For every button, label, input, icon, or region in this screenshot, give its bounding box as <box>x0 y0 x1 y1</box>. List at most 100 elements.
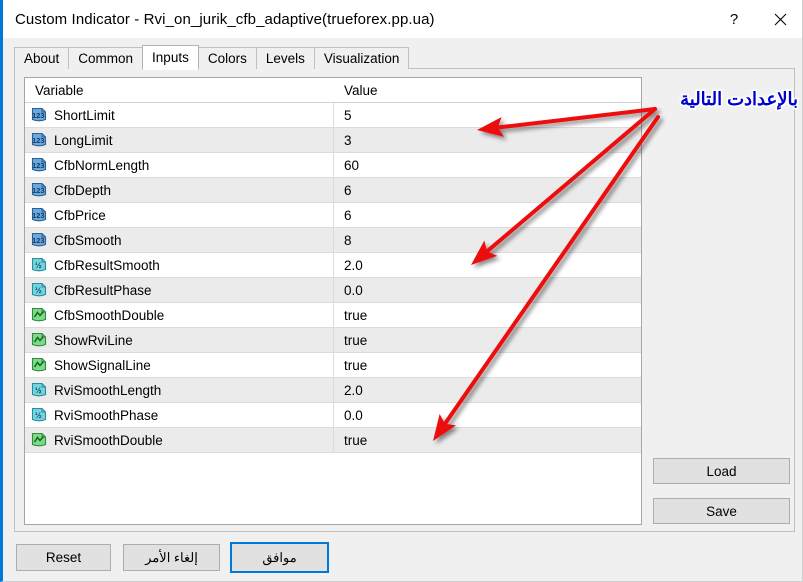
value-cell[interactable]: true <box>334 303 641 328</box>
table-row[interactable]: ½ RviSmoothLength 2.0 <box>25 377 641 403</box>
help-icon[interactable]: ? <box>711 0 757 38</box>
svg-text:123: 123 <box>32 161 44 170</box>
table-row[interactable]: 123 ShortLimit 5 <box>25 102 641 128</box>
inputs-grid[interactable]: Variable Value 123 ShortLimit 5 123 LongLimi… <box>24 77 642 525</box>
tab-label: About <box>24 51 60 66</box>
reset-button[interactable]: Reset <box>16 544 111 571</box>
table-row[interactable]: ShowSignalLine true <box>25 352 641 378</box>
table-row[interactable]: 123 CfbNormLength 60 <box>25 152 641 178</box>
tab-label: Colors <box>207 51 247 66</box>
tab-visualization[interactable]: Visualization <box>313 47 410 69</box>
variable-cell[interactable]: 123 CfbDepth <box>25 177 334 203</box>
table-row[interactable]: 123 LongLimit 3 <box>25 127 641 153</box>
value-cell[interactable]: 0.0 <box>334 278 641 303</box>
bool-type-icon <box>31 357 47 372</box>
ok-button[interactable]: موافق <box>230 542 329 573</box>
table-row[interactable]: 123 CfbPrice 6 <box>25 202 641 228</box>
variable-cell[interactable]: ShowSignalLine <box>25 352 334 378</box>
value-cell[interactable]: true <box>334 353 641 378</box>
table-row[interactable]: ShowRviLine true <box>25 327 641 353</box>
variable-cell[interactable]: RviSmoothDouble <box>25 427 334 453</box>
bool-type-icon <box>31 332 47 347</box>
tab-about[interactable]: About <box>14 47 70 69</box>
variable-cell[interactable]: 123 CfbSmooth <box>25 227 334 253</box>
variable-cell[interactable]: ½ CfbResultPhase <box>25 277 334 303</box>
svg-text:123: 123 <box>32 111 44 120</box>
table-row[interactable]: ½ CfbResultPhase 0.0 <box>25 277 641 303</box>
variable-name: CfbDepth <box>54 182 112 198</box>
svg-text:123: 123 <box>32 211 44 220</box>
variable-name: ShortLimit <box>54 107 115 123</box>
variable-cell[interactable]: ½ RviSmoothLength <box>25 377 334 403</box>
variable-name: CfbPrice <box>54 207 106 223</box>
save-button[interactable]: Save <box>653 498 790 524</box>
table-row[interactable]: 123 CfbSmooth 8 <box>25 227 641 253</box>
variable-cell[interactable]: 123 LongLimit <box>25 127 334 153</box>
variable-cell[interactable]: 123 ShortLimit <box>25 102 334 128</box>
tab-label: Levels <box>265 51 305 66</box>
variable-name: LongLimit <box>54 132 113 148</box>
variable-name: RviSmoothPhase <box>54 407 159 423</box>
column-header-value[interactable]: Value <box>334 78 641 103</box>
bool-type-icon <box>31 432 47 447</box>
svg-text:123: 123 <box>32 186 44 195</box>
variable-name: CfbResultPhase <box>54 282 152 298</box>
svg-text:½: ½ <box>35 386 42 395</box>
double-type-icon: ½ <box>31 257 47 272</box>
value-cell[interactable]: 2.0 <box>334 378 641 403</box>
variable-cell[interactable]: CfbSmoothDouble <box>25 302 334 328</box>
value-cell[interactable]: 8 <box>334 228 641 253</box>
value-cell[interactable]: 0.0 <box>334 403 641 428</box>
variable-cell[interactable]: ½ RviSmoothPhase <box>25 402 334 428</box>
tab-common[interactable]: Common <box>68 47 144 69</box>
cancel-button[interactable]: إلغاء الأمر <box>123 544 220 571</box>
tab-levels[interactable]: Levels <box>255 47 315 69</box>
variable-name: CfbResultSmooth <box>54 257 160 273</box>
help-glyph: ? <box>729 10 739 28</box>
table-row[interactable]: CfbSmoothDouble true <box>25 302 641 328</box>
int-type-icon: 123 <box>31 107 47 122</box>
variable-name: CfbNormLength <box>54 157 150 173</box>
grid-header-row: Variable Value <box>25 78 641 103</box>
load-button[interactable]: Load <box>653 458 790 484</box>
tab-inputs[interactable]: Inputs <box>142 45 199 70</box>
tab-label: Common <box>78 51 134 66</box>
variable-cell[interactable]: ShowRviLine <box>25 327 334 353</box>
grid-body: 123 ShortLimit 5 123 LongLimit 3 123 CfbNormLen… <box>25 102 641 453</box>
int-type-icon: 123 <box>31 207 47 222</box>
variable-name: RviSmoothDouble <box>54 432 163 448</box>
variable-name: RviSmoothLength <box>54 382 162 398</box>
column-header-variable[interactable]: Variable <box>25 78 334 103</box>
table-row[interactable]: 123 CfbDepth 6 <box>25 177 641 203</box>
svg-text:123: 123 <box>32 236 44 245</box>
value-cell[interactable]: true <box>334 328 641 353</box>
value-cell[interactable]: 6 <box>334 178 641 203</box>
int-type-icon: 123 <box>31 132 47 147</box>
variable-cell[interactable]: ½ CfbResultSmooth <box>25 252 334 278</box>
tab-colors[interactable]: Colors <box>197 47 257 69</box>
value-cell[interactable]: 5 <box>334 103 641 128</box>
table-row[interactable]: RviSmoothDouble true <box>25 427 641 453</box>
tab-strip: About Common Inputs Colors Levels Visualizati… <box>14 45 410 70</box>
int-type-icon: 123 <box>31 182 47 197</box>
variable-cell[interactable]: 123 CfbPrice <box>25 202 334 228</box>
variable-name: ShowSignalLine <box>54 357 151 373</box>
value-cell[interactable]: 6 <box>334 203 641 228</box>
variable-name: ShowRviLine <box>54 332 133 348</box>
close-icon[interactable] <box>757 0 802 38</box>
value-cell[interactable]: true <box>334 428 641 453</box>
value-cell[interactable]: 2.0 <box>334 253 641 278</box>
svg-text:½: ½ <box>35 286 42 295</box>
int-type-icon: 123 <box>31 232 47 247</box>
title-bar-controls: ? <box>711 0 802 38</box>
value-cell[interactable]: 3 <box>334 128 641 153</box>
table-row[interactable]: ½ CfbResultSmooth 2.0 <box>25 252 641 278</box>
custom-indicator-dialog: Custom Indicator - Rvi_on_jurik_cfb_adap… <box>0 0 803 582</box>
table-row[interactable]: ½ RviSmoothPhase 0.0 <box>25 402 641 428</box>
variable-name: CfbSmoothDouble <box>54 307 165 323</box>
value-cell[interactable]: 60 <box>334 153 641 178</box>
title-bar: Custom Indicator - Rvi_on_jurik_cfb_adap… <box>3 0 802 38</box>
double-type-icon: ½ <box>31 407 47 422</box>
svg-text:½: ½ <box>35 261 42 270</box>
variable-cell[interactable]: 123 CfbNormLength <box>25 152 334 178</box>
